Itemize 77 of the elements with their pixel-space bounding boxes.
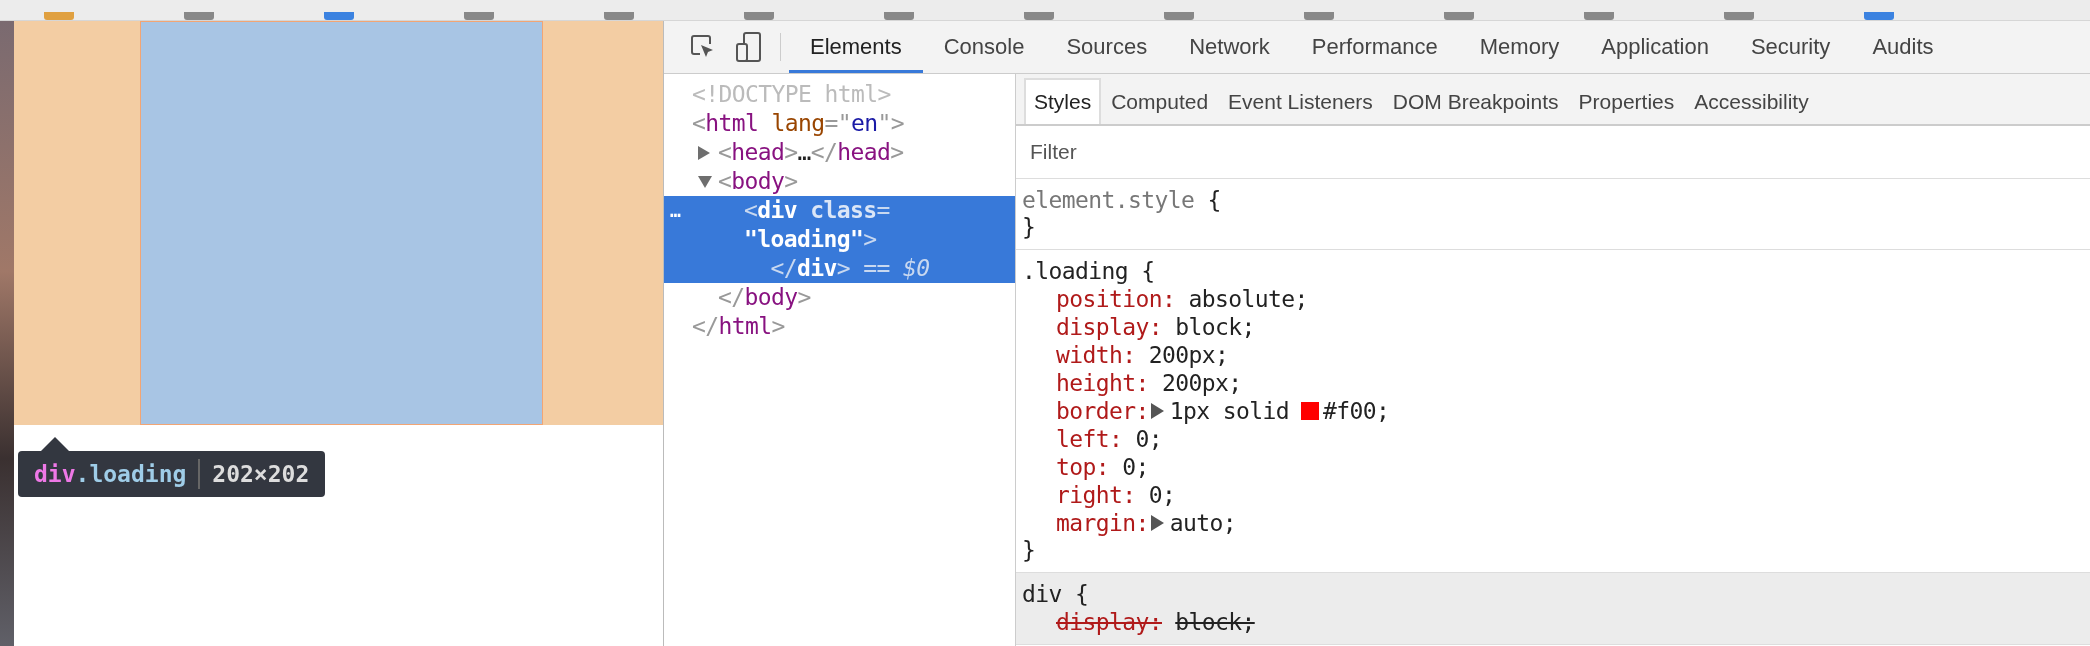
property-name[interactable]: left: — [1056, 425, 1123, 453]
sidebar-tab[interactable]: DOM Breakpoints — [1382, 78, 1569, 124]
devtools-tab[interactable]: Audits — [1851, 21, 1955, 73]
property-name[interactable]: display: — [1056, 313, 1162, 341]
property-name[interactable]: width: — [1056, 341, 1136, 369]
open-brace: { — [1207, 187, 1221, 214]
dom-node-text: <div class= — [744, 196, 890, 225]
property-name[interactable]: border: — [1056, 397, 1149, 425]
devtools-tab[interactable]: Performance — [1290, 21, 1459, 73]
more-actions-glyph[interactable]: … — [670, 196, 681, 225]
property-value[interactable]: auto; — [1169, 509, 1236, 537]
property-value[interactable]: 1px solid — [1169, 397, 1289, 425]
bookmark-icon[interactable] — [1724, 12, 1754, 20]
devtools-tab[interactable]: Network — [1168, 21, 1291, 73]
property-value[interactable]: 0; — [1122, 453, 1149, 481]
bookmark-icon[interactable] — [744, 12, 774, 20]
dom-node-row[interactable]: … <div class= — [664, 196, 1015, 225]
dom-node-text: <!DOCTYPE html> — [692, 80, 891, 109]
bookmark-icon[interactable] — [1304, 12, 1334, 20]
devtools-tab[interactable]: Application — [1580, 21, 1730, 73]
property-value[interactable]: 200px; — [1162, 369, 1242, 397]
dom-node-text: <html lang="en"> — [692, 109, 904, 138]
devtools-tab[interactable]: Sources — [1045, 21, 1169, 73]
bookmark-icon[interactable] — [1164, 12, 1194, 20]
rule-selector: .loading — [1022, 258, 1128, 285]
bookmark-icon[interactable] — [604, 12, 634, 20]
dom-node-text: "loading"> — [744, 225, 877, 254]
sidebar-tab[interactable]: Accessibility — [1684, 78, 1819, 124]
expand-triangle-icon[interactable] — [1150, 403, 1164, 419]
expand-triangle-icon[interactable] — [1150, 515, 1164, 531]
dom-node-text: <body> — [718, 167, 798, 196]
bookmark-icon[interactable] — [1024, 12, 1054, 20]
property-value[interactable]: block; — [1175, 313, 1255, 341]
rule-selector: div — [1022, 581, 1062, 608]
dom-closing-tag: </body> — [718, 283, 811, 312]
bookmark-icon[interactable] — [464, 12, 494, 20]
property-name[interactable]: display: — [1056, 608, 1162, 636]
sidebar-tab[interactable]: Properties — [1568, 78, 1685, 124]
property-value[interactable]: block; — [1175, 608, 1255, 636]
dom-node-row[interactable]: <html lang="en"> — [664, 109, 1015, 138]
bookmark-icon[interactable] — [1864, 12, 1894, 20]
devtools-tab[interactable]: Memory — [1458, 21, 1581, 73]
sidebar-tab[interactable]: Computed — [1101, 78, 1219, 124]
dom-closing-tag: </html> — [692, 312, 785, 341]
tooltip-class: .loading — [75, 461, 187, 487]
color-swatch[interactable] — [1300, 402, 1319, 420]
property-name[interactable]: height: — [1056, 369, 1149, 397]
disclosure-triangle-icon[interactable] — [698, 146, 710, 160]
open-brace: { — [1075, 581, 1089, 608]
bookmark-icon[interactable] — [884, 12, 914, 20]
close-brace: } — [1022, 214, 1036, 241]
property-value[interactable]: 0; — [1135, 425, 1162, 453]
open-brace: { — [1141, 258, 1155, 285]
bookmark-icon[interactable] — [184, 12, 214, 20]
property-name[interactable]: position: — [1056, 285, 1176, 313]
property-name[interactable]: top: — [1056, 453, 1109, 481]
sidebar-tab[interactable]: Styles — [1024, 78, 1102, 124]
bookmark-icon[interactable] — [1584, 12, 1614, 20]
dom-node-text: <head>…</head> — [718, 138, 904, 167]
rule-selector: element.style — [1022, 187, 1195, 214]
property-value[interactable]: absolute; — [1188, 285, 1308, 313]
property-name[interactable]: right: — [1056, 481, 1136, 509]
property-name[interactable]: margin: — [1056, 509, 1149, 537]
bookmark-icon[interactable] — [44, 12, 74, 20]
dom-node-text: </div> == $0 — [769, 254, 930, 283]
devtools-tab[interactable]: Console — [922, 21, 1046, 73]
property-value[interactable]: 200px; — [1148, 341, 1229, 369]
sidebar-tab[interactable]: Event Listeners — [1218, 78, 1383, 124]
close-brace: } — [1022, 537, 1036, 564]
tooltip-size: 202×202 — [212, 461, 310, 487]
property-value[interactable]: 0; — [1148, 481, 1176, 509]
devtools-tab[interactable]: Security — [1729, 21, 1852, 73]
bookmark-icon[interactable] — [1444, 12, 1474, 20]
tooltip-tag: div — [34, 461, 76, 487]
bookmark-icon[interactable] — [324, 12, 354, 20]
dom-node-row[interactable]: <head>…</head> — [664, 138, 1015, 167]
color-value[interactable]: #f00; — [1322, 397, 1390, 425]
